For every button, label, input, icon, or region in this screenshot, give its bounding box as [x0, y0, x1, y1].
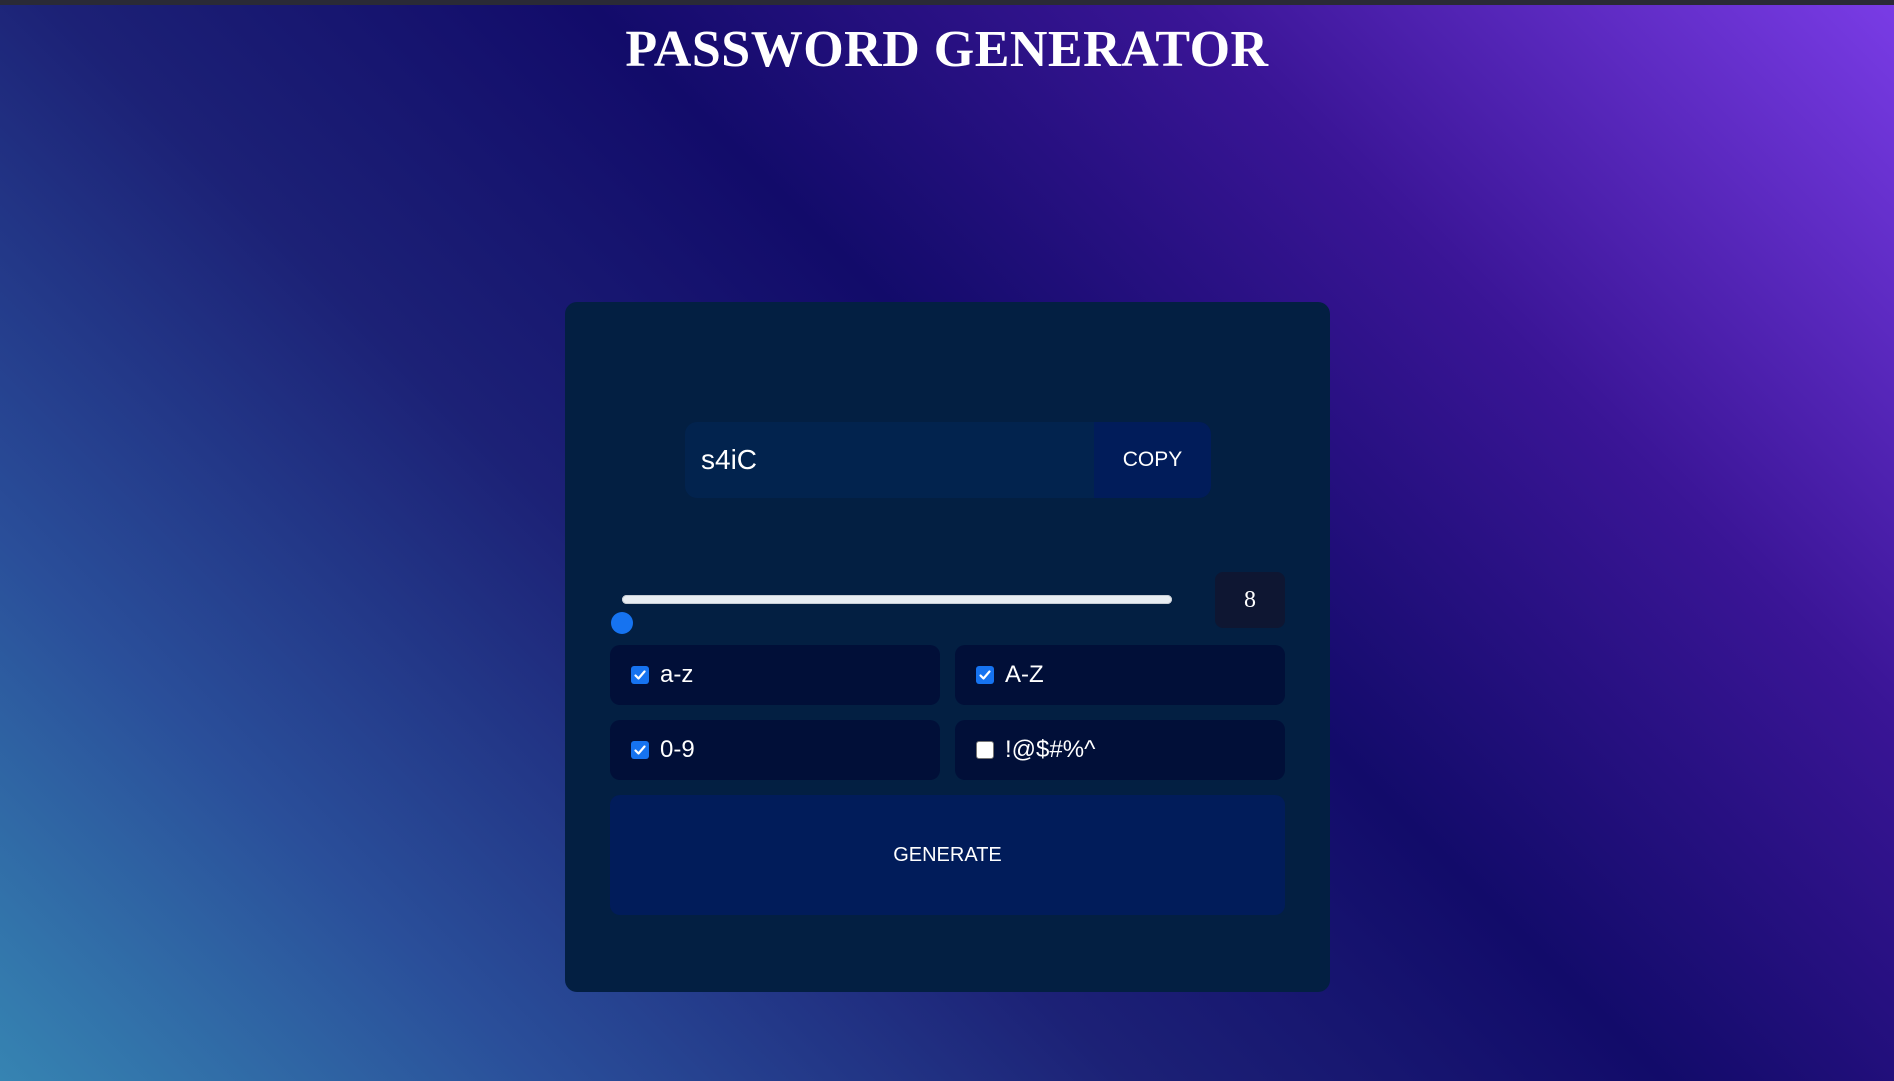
password-output-group: s4iC COPY [685, 422, 1211, 498]
option-numbers-label: 0-9 [660, 736, 695, 763]
length-slider-thumb[interactable] [611, 612, 633, 634]
window-top-strip [0, 0, 1894, 5]
check-mark-icon [634, 745, 646, 755]
option-numbers[interactable]: 0-9 [610, 720, 940, 780]
option-uppercase[interactable]: A-Z [955, 645, 1285, 705]
option-symbols[interactable]: !@$#%^ [955, 720, 1285, 780]
checkbox-lowercase[interactable] [631, 666, 649, 684]
check-mark-icon [634, 670, 646, 680]
checkbox-symbols[interactable] [976, 741, 994, 759]
option-lowercase[interactable]: a-z [610, 645, 940, 705]
option-symbols-label: !@$#%^ [1005, 736, 1096, 763]
generator-card: s4iC COPY 8 a-z A-Z 0-9 !@$#%^ GENERATE [565, 302, 1330, 992]
generate-button[interactable]: GENERATE [610, 795, 1285, 915]
page-title: PASSWORD GENERATOR [625, 21, 1269, 78]
length-control: 8 [610, 572, 1285, 634]
checkbox-uppercase[interactable] [976, 666, 994, 684]
length-slider-track[interactable] [611, 595, 1172, 634]
length-value: 8 [1215, 572, 1285, 628]
checkbox-numbers[interactable] [631, 741, 649, 759]
copy-button[interactable]: COPY [1094, 422, 1211, 498]
password-output[interactable]: s4iC [685, 422, 1094, 498]
check-mark-icon [979, 670, 991, 680]
option-uppercase-label: A-Z [1005, 661, 1044, 688]
option-lowercase-label: a-z [660, 661, 694, 688]
